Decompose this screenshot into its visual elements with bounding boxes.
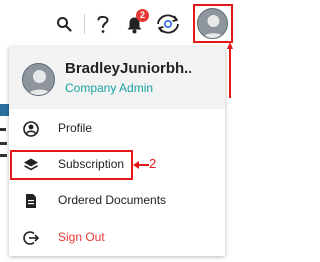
menu-item-profile[interactable]: Profile [9,111,225,147]
user-avatar [22,63,55,96]
user-name: BradleyJuniorbh... [65,60,191,77]
user-info-header: BradleyJuniorbh... Company Admin [9,47,225,109]
annotation-arrow-icon [133,161,149,169]
user-role: Company Admin [65,81,154,95]
menu-item-label: Sign Out [58,230,105,244]
annotation-box-subscription [10,150,133,180]
menu-item-label: Ordered Documents [58,193,167,207]
menu-item-ordered-documents[interactable]: Ordered Documents [9,183,225,219]
annotation-box-avatar [193,4,233,43]
notification-badge: 2 [136,9,149,22]
logout-icon [23,231,39,245]
menu-item-sign-out[interactable]: Sign Out [9,220,225,256]
account-circle-icon [23,121,39,137]
sync-icon[interactable] [155,13,181,35]
annotation-arrow-icon [227,42,233,98]
help-icon[interactable] [96,14,110,34]
annotation-step-2: 2 [149,156,157,171]
document-icon [26,194,36,208]
user-avatar-person-icon [27,70,52,95]
divider [84,14,85,34]
background-page-fragment [0,104,9,157]
menu-item-label: Profile [58,121,93,135]
search-icon[interactable] [56,16,72,32]
